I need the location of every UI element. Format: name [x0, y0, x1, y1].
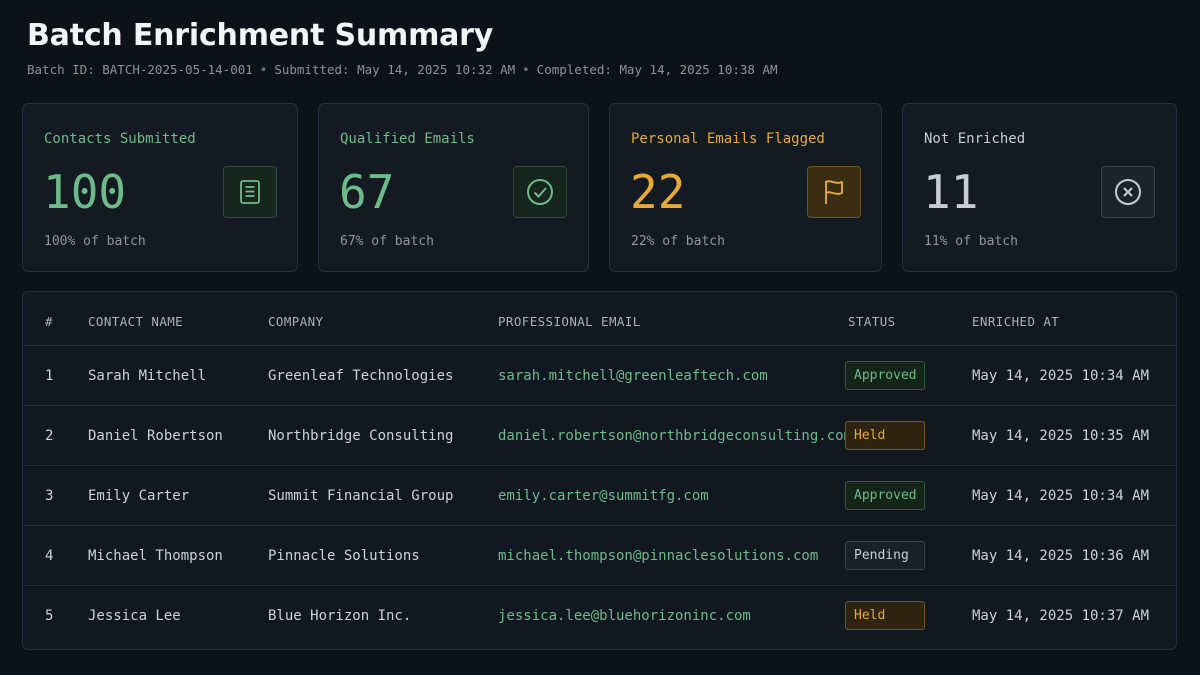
- check-circle-icon: [513, 166, 567, 218]
- card-label: Not Enriched: [924, 131, 1026, 147]
- row-number: 3: [45, 488, 54, 504]
- column-header-contact-name: CONTACT NAME: [88, 314, 184, 329]
- table-header: # CONTACT NAME COMPANY PROFESSIONAL EMAI…: [23, 292, 1176, 346]
- enriched-at: May 14, 2025 10:35 AM: [972, 428, 1150, 444]
- company-name: Blue Horizon Inc.: [268, 608, 412, 624]
- card-percentage: 67% of batch: [340, 234, 434, 249]
- batch-meta: Batch ID: BATCH-2025-05-14-001 • Submitted…: [27, 62, 778, 77]
- x-circle-icon: [1101, 166, 1155, 218]
- company-name: Summit Financial Group: [268, 488, 454, 504]
- table-row[interactable]: 2 Daniel Robertson Northbridge Consultin…: [23, 406, 1176, 466]
- status-badge: Approved: [845, 481, 925, 510]
- row-number: 4: [45, 548, 54, 564]
- contact-name: Sarah Mitchell: [88, 368, 207, 384]
- card-personal-emails-flagged: Personal Emails Flagged 22 22% of batch: [609, 103, 882, 272]
- row-number: 1: [45, 368, 54, 384]
- card-label: Personal Emails Flagged: [631, 131, 825, 147]
- column-header-status: STATUS: [848, 314, 896, 329]
- column-header-company: COMPANY: [268, 314, 324, 329]
- professional-email[interactable]: daniel.robertson@northbridgeconsulting.c…: [498, 406, 852, 466]
- enriched-at: May 14, 2025 10:36 AM: [972, 548, 1150, 564]
- company-name: Greenleaf Technologies: [268, 368, 454, 384]
- company-name: Pinnacle Solutions: [268, 548, 420, 564]
- flag-icon: [807, 166, 861, 218]
- card-qualified-emails: Qualified Emails 67 67% of batch: [318, 103, 589, 272]
- card-value: 22: [630, 165, 686, 219]
- document-icon: [223, 166, 277, 218]
- completed-time: Completed: May 14, 2025 10:38 AM: [536, 62, 778, 77]
- status-badge: Approved: [845, 361, 925, 390]
- row-number: 5: [45, 608, 54, 624]
- card-value: 100: [43, 165, 127, 219]
- card-contacts-submitted: Contacts Submitted 100 100% of batch: [22, 103, 298, 272]
- enriched-at: May 14, 2025 10:37 AM: [972, 608, 1150, 624]
- column-header-number: #: [45, 314, 53, 329]
- contact-name: Daniel Robertson: [88, 428, 223, 444]
- contact-name: Jessica Lee: [88, 608, 181, 624]
- meta-separator: •: [522, 62, 530, 77]
- table-row[interactable]: 4 Michael Thompson Pinnacle Solutions mi…: [23, 526, 1176, 586]
- card-percentage: 11% of batch: [924, 234, 1018, 249]
- meta-separator: •: [259, 62, 268, 77]
- professional-email[interactable]: emily.carter@summitfg.com: [498, 466, 709, 526]
- enriched-at: May 14, 2025 10:34 AM: [972, 488, 1150, 504]
- card-percentage: 22% of batch: [631, 234, 725, 249]
- professional-email[interactable]: sarah.mitchell@greenleaftech.com: [498, 346, 768, 406]
- enrichment-table: # CONTACT NAME COMPANY PROFESSIONAL EMAI…: [22, 291, 1177, 650]
- card-percentage: 100% of batch: [44, 234, 146, 249]
- enriched-at: May 14, 2025 10:34 AM: [972, 368, 1150, 384]
- page-title: Batch Enrichment Summary: [27, 18, 494, 53]
- column-header-enriched-at: ENRICHED AT: [972, 314, 1060, 329]
- status-badge: Held: [845, 421, 925, 450]
- batch-id: Batch ID: BATCH-2025-05-14-001: [27, 62, 253, 77]
- row-number: 2: [45, 428, 54, 444]
- card-label: Contacts Submitted: [44, 131, 196, 147]
- card-not-enriched: Not Enriched 11 11% of batch: [902, 103, 1177, 272]
- status-badge: Pending: [845, 541, 925, 570]
- submitted-time: Submitted: May 14, 2025 10:32 AM: [274, 62, 516, 77]
- contact-name: Michael Thompson: [88, 548, 223, 564]
- table-row[interactable]: 3 Emily Carter Summit Financial Group em…: [23, 466, 1176, 526]
- table-row[interactable]: 1 Sarah Mitchell Greenleaf Technologies …: [23, 346, 1176, 406]
- professional-email[interactable]: jessica.lee@bluehorizoninc.com: [498, 586, 751, 646]
- contact-name: Emily Carter: [88, 488, 190, 504]
- column-header-professional-email: PROFESSIONAL EMAIL: [498, 314, 641, 329]
- batch-summary-page: Batch Enrichment Summary Batch ID: BATCH…: [0, 0, 1200, 675]
- company-name: Northbridge Consulting: [268, 428, 454, 444]
- stat-cards: Contacts Submitted 100 100% of batch Qua…: [22, 103, 1177, 272]
- professional-email[interactable]: michael.thompson@pinnaclesolutions.com: [498, 526, 818, 586]
- card-value: 11: [923, 165, 979, 219]
- table-row[interactable]: 5 Jessica Lee Blue Horizon Inc. jessica.…: [23, 586, 1176, 646]
- card-label: Qualified Emails: [340, 131, 475, 147]
- status-badge: Held: [845, 601, 925, 630]
- card-value: 67: [339, 165, 395, 219]
